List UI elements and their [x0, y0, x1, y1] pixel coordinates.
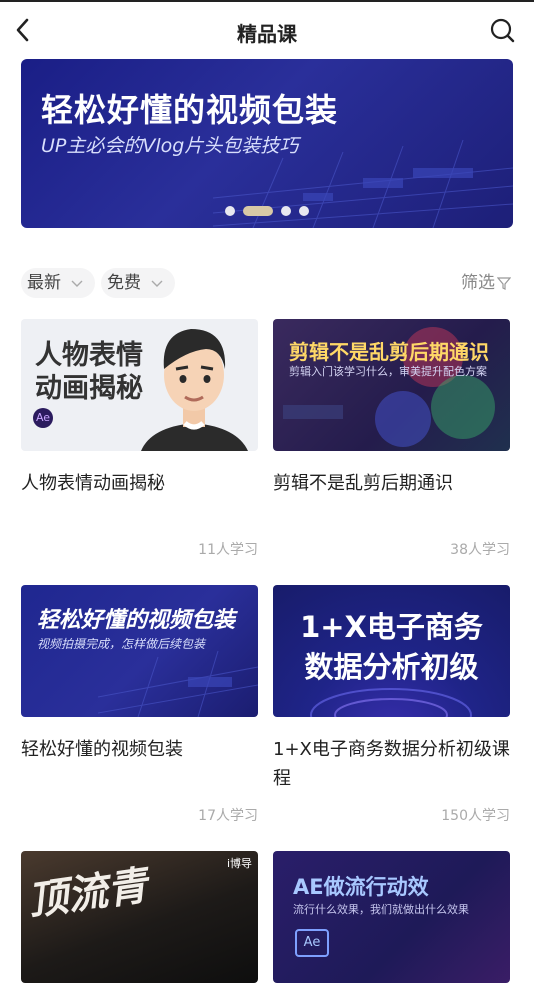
thumb-title: 剪辑不是乱剪后期通识 [289, 340, 489, 364]
carousel-dot[interactable] [225, 206, 235, 216]
filter-button[interactable]: 筛选 [461, 268, 512, 298]
search-icon [490, 18, 515, 43]
thumb-subtitle: 剪辑入门该学习什么，审美提升配色方案 [289, 365, 487, 378]
search-button[interactable] [488, 14, 518, 46]
carousel-dot-active[interactable] [243, 206, 273, 216]
learner-count: 11人学习 [198, 542, 258, 558]
brand-logo: i博导 [226, 857, 252, 870]
course-thumbnail[interactable]: 剪辑不是乱剪后期通识 剪辑入门该学习什么，审美提升配色方案 [273, 319, 510, 451]
course-thumbnail[interactable]: 轻松好懂的视频包装 视频拍摄完成，怎样做后续包装 [21, 585, 258, 717]
thumb-decoration [98, 650, 258, 717]
course-thumbnail[interactable]: 顶流青 i博导 [21, 851, 258, 983]
sort-dropdown[interactable]: 最新 [21, 268, 95, 298]
filter-label: 筛选 [461, 273, 495, 293]
thumb-subtitle: 视频拍摄完成，怎样做后续包装 [37, 637, 206, 651]
course-title[interactable]: 人物表情动画揭秘 [21, 469, 258, 498]
learner-count: 38人学习 [450, 542, 510, 558]
course-thumbnail[interactable]: AE做流行动效 流行什么效果，我们就做出什么效果 Ae [273, 851, 510, 983]
thumb-title: 人物表情 动画揭秘 [35, 340, 143, 404]
banner-subtitle: UP主必会的Vlog片头包装技巧 [41, 135, 299, 157]
chevron-down-icon [151, 280, 163, 287]
carousel-dot[interactable] [281, 206, 291, 216]
course-title[interactable]: 剪辑不是乱剪后期通识 [273, 469, 510, 498]
header: 精品课 [0, 2, 534, 58]
hero-banner[interactable]: 轻松好懂的视频包装 UP主必会的Vlog片头包装技巧 [21, 59, 513, 228]
thumb-title: AE做流行动效 [293, 875, 429, 899]
ae-badge-icon: Ae [295, 929, 329, 957]
ae-badge-icon: Ae [33, 408, 53, 428]
thumb-subtitle: 流行什么效果，我们就做出什么效果 [293, 903, 469, 916]
thumb-title: 轻松好懂的视频包装 [37, 608, 236, 633]
course-thumbnail[interactable]: 人物表情 动画揭秘 Ae [21, 319, 258, 451]
banner-title: 轻松好懂的视频包装 [41, 91, 339, 129]
chevron-down-icon [71, 280, 83, 287]
price-dropdown[interactable]: 免费 [101, 268, 175, 298]
course-title[interactable]: 1+X电子商务数据分析初级课程 [273, 735, 510, 793]
learner-count: 17人学习 [198, 808, 258, 824]
course-title[interactable]: 轻松好懂的视频包装 [21, 735, 258, 764]
page-title: 精品课 [237, 22, 297, 46]
carousel-indicator [21, 206, 513, 216]
thumb-title: 1+X电子商务 数据分析初级 [300, 610, 483, 684]
funnel-icon [496, 277, 512, 290]
cartoon-man-illustration [141, 329, 248, 451]
price-label: 免费 [107, 273, 141, 293]
course-thumbnail[interactable]: 1+X电子商务 数据分析初级 [273, 585, 510, 717]
sort-label: 最新 [27, 273, 61, 293]
filter-bar: 最新 免费 筛选 [21, 268, 513, 298]
carousel-dot[interactable] [299, 206, 309, 216]
learner-count: 150人学习 [441, 808, 510, 824]
thumb-title: 顶流青 [24, 862, 151, 926]
